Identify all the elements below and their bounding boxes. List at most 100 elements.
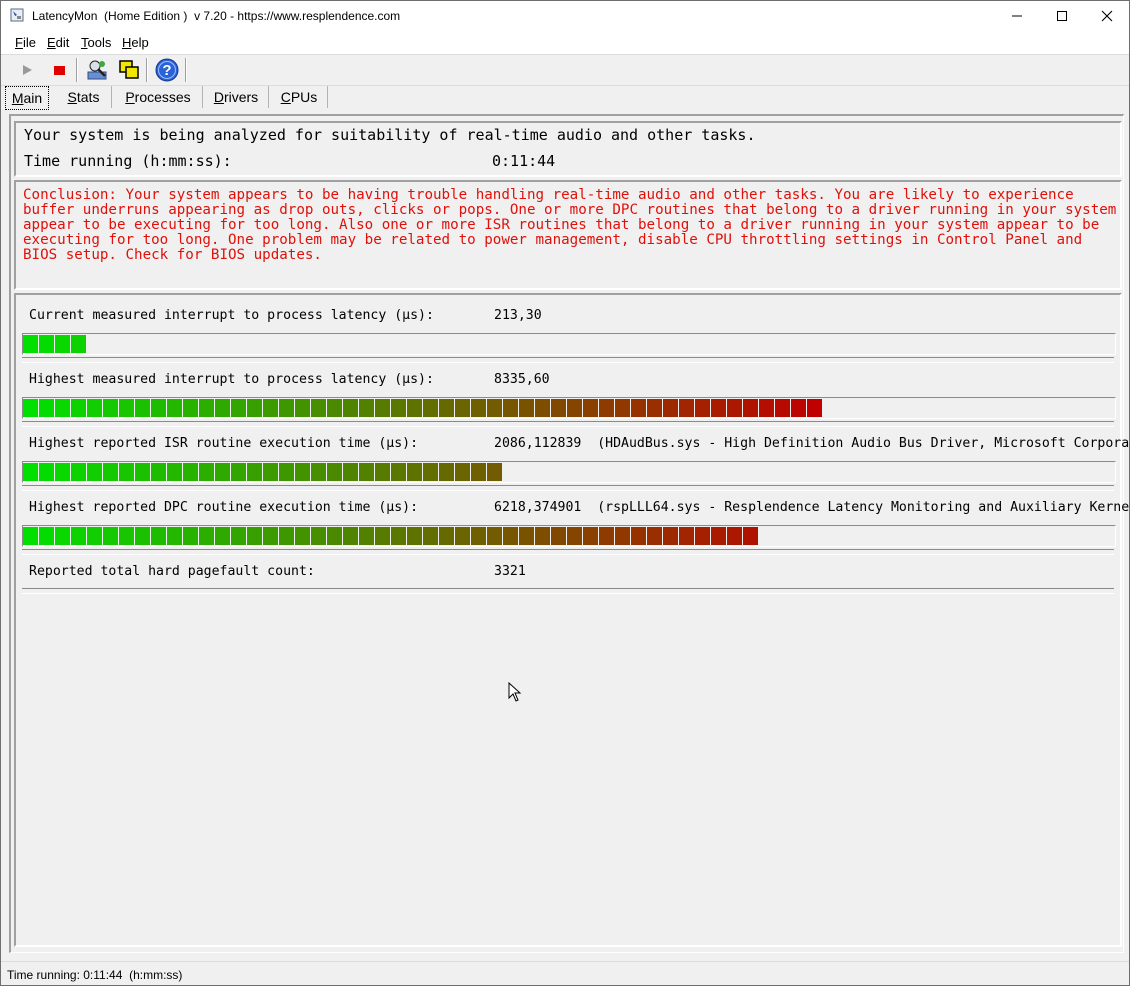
meter-segment: [23, 463, 38, 481]
meter-segment: [343, 527, 358, 545]
meter-segment: [327, 399, 342, 417]
meter-segment: [55, 527, 70, 545]
toolbar: ?: [1, 55, 1129, 86]
meter-segment: [119, 399, 134, 417]
tab-main-label: ain: [23, 90, 43, 106]
meter-segment: [247, 527, 262, 545]
meter-segment: [471, 399, 486, 417]
meter-segment: [455, 527, 470, 545]
window-title: LatencyMon (Home Edition ) v 7.20 - http…: [32, 9, 401, 23]
metric-value: 2086,112839 (HDAudBus.sys - High Definit…: [494, 436, 1130, 451]
meter-segment: [199, 463, 214, 481]
main-panel: Your system is being analyzed for suitab…: [9, 114, 1129, 953]
meter-segment: [407, 463, 422, 481]
meter-fill: [23, 334, 87, 354]
tab-processes-label: rocesses: [134, 89, 191, 105]
meter-segment: [103, 527, 118, 545]
meter-segment: [247, 463, 262, 481]
meter-segment: [103, 399, 118, 417]
status-bar-text: Time running: 0:11:44 (h:mm:ss): [7, 968, 183, 982]
separator-line: [22, 549, 1114, 555]
time-running-value: 0:11:44: [492, 152, 556, 170]
meter-segment: [343, 463, 358, 481]
meter-segment: [519, 399, 534, 417]
meter-segment: [727, 527, 742, 545]
meter-segment: [711, 399, 726, 417]
meter-segment: [471, 463, 486, 481]
meter-segment: [71, 527, 86, 545]
toolbar-separator: [185, 58, 187, 82]
menu-help-accel: H: [122, 35, 132, 50]
meter-segment: [39, 335, 54, 353]
meter-segment: [551, 399, 566, 417]
meter-segment: [375, 399, 390, 417]
meter-segment: [119, 463, 134, 481]
isr-execution-meter: [22, 461, 1116, 483]
tab-drivers[interactable]: Drivers: [204, 86, 269, 108]
latencymon-app-icon: [10, 8, 24, 22]
svg-text:?: ?: [162, 62, 171, 79]
meter-segment: [487, 399, 502, 417]
help-button[interactable]: ?: [155, 58, 179, 82]
status-bar: Time running: 0:11:44 (h:mm:ss): [1, 961, 1129, 985]
minimize-icon: [1012, 15, 1022, 17]
separator-line: [22, 421, 1114, 427]
meter-segment: [647, 527, 662, 545]
meter-segment: [55, 463, 70, 481]
meter-segment: [359, 463, 374, 481]
meter-segment: [695, 527, 710, 545]
meter-segment: [39, 399, 54, 417]
meter-segment: [199, 399, 214, 417]
app-window: LatencyMon (Home Edition ) v 7.20 - http…: [0, 0, 1130, 986]
meter-segment: [247, 399, 262, 417]
menu-edit[interactable]: Edit: [47, 35, 69, 50]
processes-button[interactable]: [85, 58, 109, 82]
analysis-status-text: Your system is being analyzed for suitab…: [24, 126, 756, 144]
tab-processes-accel: P: [125, 89, 135, 105]
close-button[interactable]: [1084, 1, 1129, 31]
metric-value: 8335,60: [494, 372, 550, 387]
meter-segment: [231, 527, 246, 545]
menu-edit-label: dit: [55, 35, 70, 50]
metric-value: 213,30: [494, 308, 542, 323]
meter-segment: [167, 399, 182, 417]
meter-segment: [183, 399, 198, 417]
tab-stats-accel: S: [67, 89, 77, 105]
windows-button[interactable]: [117, 58, 141, 82]
stop-button[interactable]: [47, 58, 71, 82]
maximize-button[interactable]: [1039, 1, 1085, 31]
meter-segment: [743, 527, 758, 545]
dpc-execution-meter: [22, 525, 1116, 547]
tab-processes[interactable]: Processes: [114, 86, 203, 108]
meter-segment: [263, 399, 278, 417]
meter-segment: [791, 399, 806, 417]
meter-segment: [295, 527, 310, 545]
start-button[interactable]: [15, 58, 39, 82]
menu-tools-label: ools: [87, 35, 112, 50]
meter-segment: [551, 527, 566, 545]
meter-segment: [567, 527, 582, 545]
tab-main[interactable]: Main: [5, 86, 49, 110]
meter-segment: [439, 463, 454, 481]
meter-segment: [327, 527, 342, 545]
meter-segment: [743, 399, 758, 417]
time-running-label: Time running (h:mm:ss):: [24, 152, 232, 170]
meter-segment: [375, 527, 390, 545]
meter-segment: [423, 463, 438, 481]
meter-segment: [151, 463, 166, 481]
tab-cpus[interactable]: CPUs: [271, 86, 328, 108]
title-bar: LatencyMon (Home Edition ) v 7.20 - http…: [1, 1, 1129, 31]
menu-file[interactable]: File: [15, 35, 36, 50]
menu-tools[interactable]: Tools: [81, 35, 111, 50]
separator-line: [22, 588, 1114, 594]
tab-stats[interactable]: Stats: [56, 86, 112, 108]
meter-segment: [39, 463, 54, 481]
menu-help[interactable]: Help: [122, 35, 149, 50]
meter-fill: [23, 462, 503, 482]
meter-segment: [311, 399, 326, 417]
minimize-button[interactable]: [994, 1, 1040, 31]
meter-segment: [471, 527, 486, 545]
meter-segment: [311, 527, 326, 545]
meter-segment: [759, 399, 774, 417]
meter-segment: [583, 399, 598, 417]
